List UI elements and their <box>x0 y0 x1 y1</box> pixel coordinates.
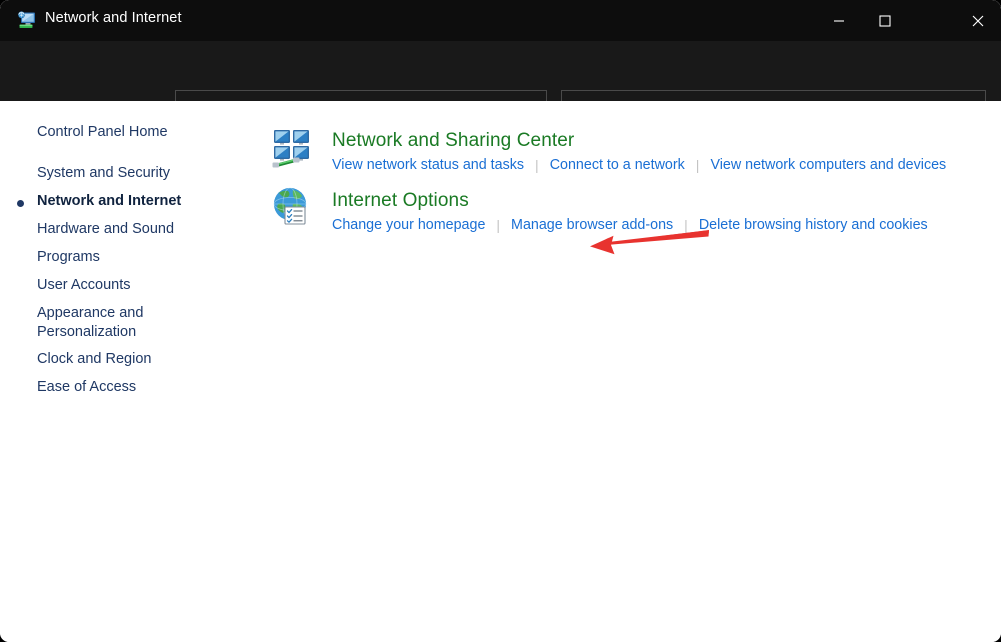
sidebar-item-programs[interactable]: Programs <box>37 248 100 267</box>
link-separator: | <box>696 157 700 173</box>
sidebar-navigation: Control Panel Home System and Security N… <box>0 101 262 642</box>
sidebar-item-system-and-security[interactable]: System and Security <box>37 164 170 183</box>
internet-options-globe-icon[interactable] <box>271 186 313 228</box>
sidebar-item-hardware-and-sound[interactable]: Hardware and Sound <box>37 220 174 239</box>
close-button[interactable] <box>954 0 1001 41</box>
network-sharing-center-icon[interactable] <box>271 127 313 169</box>
link-view-network-computers-and-devices[interactable]: View network computers and devices <box>710 157 946 173</box>
window-title: Network and Internet <box>45 10 182 26</box>
sidebar-item-control-panel-home[interactable]: Control Panel Home <box>37 123 168 142</box>
link-view-network-status-and-tasks[interactable]: View network status and tasks <box>332 157 524 173</box>
maximize-button[interactable] <box>862 0 908 41</box>
category-list: Network and Sharing Center View network … <box>262 101 1001 642</box>
navigation-toolbar: › Contr... › Network and In... <box>0 41 1001 101</box>
link-separator: | <box>496 217 500 233</box>
selected-item-bullet <box>17 200 24 207</box>
sidebar-item-appearance-and-personalization[interactable]: Appearance and Personalization <box>37 304 167 342</box>
link-separator: | <box>684 217 688 233</box>
link-connect-to-a-network[interactable]: Connect to a network <box>550 157 685 173</box>
category-title-internet-options[interactable]: Internet Options <box>332 190 469 212</box>
control-panel-window: Network and Internet <box>0 0 1001 642</box>
sidebar-item-user-accounts[interactable]: User Accounts <box>37 276 131 295</box>
minimize-button[interactable] <box>816 0 862 41</box>
network-monitor-icon <box>16 9 38 31</box>
link-delete-browsing-history-and-cookies[interactable]: Delete browsing history and cookies <box>699 217 928 233</box>
content-area: Control Panel Home System and Security N… <box>0 101 1001 642</box>
link-manage-browser-add-ons[interactable]: Manage browser add-ons <box>511 217 673 233</box>
category-links-internet-options: Change your homepage | Manage browser ad… <box>332 217 928 233</box>
category-title-network-and-sharing-center[interactable]: Network and Sharing Center <box>332 130 574 152</box>
title-bar: Network and Internet <box>0 0 1001 41</box>
sidebar-item-network-and-internet[interactable]: Network and Internet <box>37 192 181 211</box>
link-separator: | <box>535 157 539 173</box>
link-change-your-homepage[interactable]: Change your homepage <box>332 217 485 233</box>
sidebar-item-clock-and-region[interactable]: Clock and Region <box>37 350 151 369</box>
category-links-network-and-sharing-center: View network status and tasks | Connect … <box>332 157 946 173</box>
sidebar-item-ease-of-access[interactable]: Ease of Access <box>37 378 136 397</box>
